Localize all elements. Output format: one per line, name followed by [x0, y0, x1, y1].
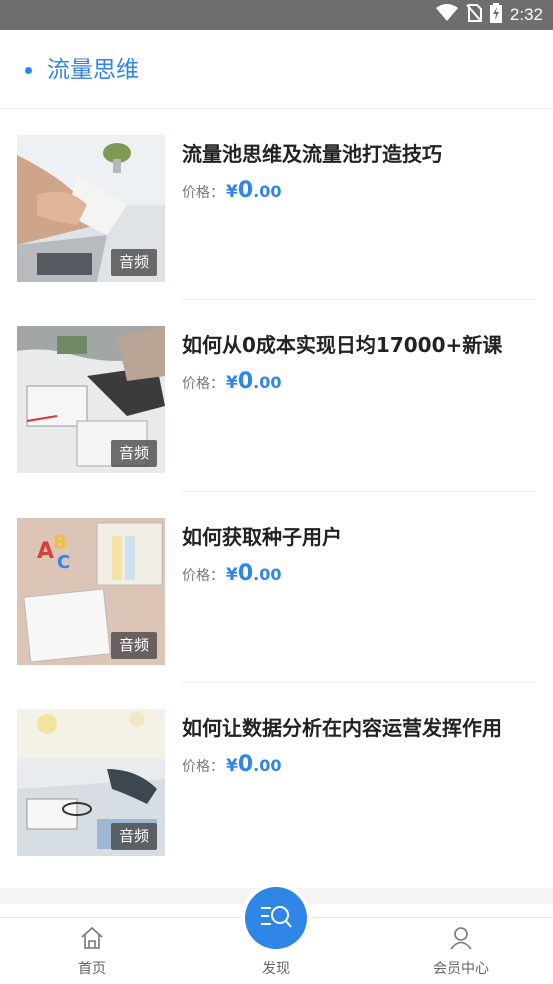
discover-search-icon: [261, 906, 292, 928]
discover-fab-button[interactable]: [245, 887, 307, 949]
price-label: 价格：: [182, 568, 224, 584]
course-item[interactable]: 音频 如何从0成本实现日均17000+新课 价格： ¥0.00: [0, 326, 553, 496]
price-decimal: .00: [253, 373, 282, 392]
price-integer: 0: [237, 561, 254, 586]
user-icon: [450, 927, 472, 950]
price-integer: 0: [237, 369, 254, 394]
tab-member-center[interactable]: 会员中心: [411, 918, 511, 984]
tab-member-label: 会员中心: [433, 961, 489, 977]
status-bar: 2:32: [0, 0, 553, 30]
course-title[interactable]: 如何从0成本实现日均17000+新课: [182, 329, 502, 358]
tab-home-label: 首页: [78, 961, 106, 977]
tab-home[interactable]: 首页: [42, 918, 142, 984]
page-header: 流量思维: [0, 30, 553, 109]
course-title[interactable]: 如何让数据分析在内容运营发挥作用: [182, 712, 502, 741]
audio-badge: 音频: [110, 249, 157, 276]
price-decimal: .00: [253, 182, 282, 201]
course-thumbnail: 音频: [17, 709, 165, 856]
course-price: 价格： ¥0.00: [182, 752, 282, 777]
course-price: 价格： ¥0.00: [182, 561, 282, 586]
price-integer: 0: [237, 178, 254, 203]
course-thumbnail: 音频: [17, 135, 165, 282]
currency-symbol: ¥: [226, 565, 238, 585]
price-label: 价格：: [182, 759, 224, 775]
home-icon: [81, 926, 103, 949]
audio-badge: 音频: [110, 440, 157, 467]
audio-badge: 音频: [110, 632, 157, 659]
price-decimal: .00: [253, 756, 282, 775]
price-decimal: .00: [253, 565, 282, 584]
course-thumbnail: A B C 音频: [17, 518, 165, 665]
divider: [182, 682, 536, 683]
currency-symbol: ¥: [226, 182, 238, 202]
course-item[interactable]: 音频 流量池思维及流量池打造技巧 价格： ¥0.00: [0, 135, 553, 305]
battery-charging-icon: [489, 3, 502, 27]
divider: [182, 299, 536, 300]
svg-text:A: A: [37, 539, 54, 564]
divider: [182, 491, 536, 492]
course-item[interactable]: A B C 音频 如何获取种子用户 价格： ¥0.00: [0, 518, 553, 688]
no-sim-icon: [466, 4, 482, 26]
course-price: 价格： ¥0.00: [182, 369, 282, 394]
price-label: 价格：: [182, 376, 224, 392]
wifi-icon: [435, 4, 458, 26]
course-title[interactable]: 如何获取种子用户: [182, 521, 342, 550]
svg-text:B: B: [53, 532, 67, 553]
currency-symbol: ¥: [226, 756, 238, 776]
course-thumbnail: 音频: [17, 326, 165, 473]
page-title: 流量思维: [47, 57, 139, 83]
price-integer: 0: [237, 752, 254, 777]
audio-badge: 音频: [110, 823, 157, 850]
currency-symbol: ¥: [226, 373, 238, 393]
course-title[interactable]: 流量池思维及流量池打造技巧: [182, 138, 442, 167]
course-price: 价格： ¥0.00: [182, 178, 282, 203]
tab-discover-label: 发现: [262, 961, 290, 977]
status-time: 2:32: [509, 5, 543, 24]
svg-text:C: C: [57, 552, 70, 573]
course-item[interactable]: 音频 如何让数据分析在内容运营发挥作用 价格： ¥0.00: [0, 709, 553, 879]
title-bullet: [25, 67, 32, 74]
price-label: 价格：: [182, 185, 224, 201]
